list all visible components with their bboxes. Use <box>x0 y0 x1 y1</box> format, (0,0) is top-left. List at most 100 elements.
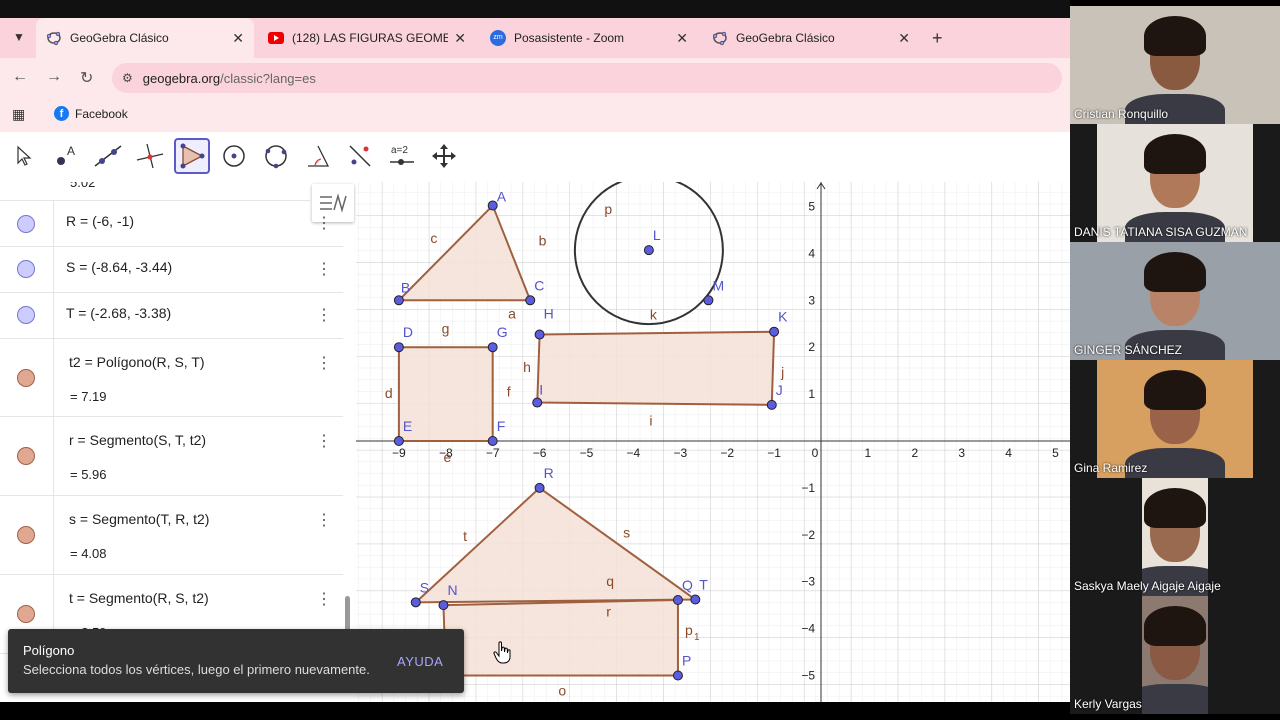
tab-geogebra-2[interactable]: GeoGebra Clásico ✕ <box>702 18 920 58</box>
participant-video-tile[interactable]: Kerly Vargas <box>1070 596 1280 714</box>
point-R[interactable] <box>534 482 545 493</box>
algebra-value: = 7.19 <box>70 389 107 404</box>
point-P[interactable] <box>672 670 683 681</box>
more-options-icon[interactable]: ⋮ <box>316 305 332 325</box>
tab-list-dropdown[interactable]: ▼ <box>8 26 30 48</box>
site-settings-icon[interactable]: ⚙ <box>122 71 133 85</box>
url-input[interactable]: ⚙ geogebra.org/classic?lang=es <box>112 63 1062 93</box>
close-icon[interactable]: ✕ <box>232 30 244 47</box>
more-options-icon[interactable]: ⋮ <box>316 589 332 609</box>
rectangle-hkji[interactable] <box>536 330 776 406</box>
algebra-row-S[interactable]: S = (-8.64, -3.44) ⋮ <box>0 246 343 293</box>
point-G[interactable] <box>487 342 498 353</box>
participant-video-tile[interactable]: Saskya Maely Aigaje Aigaje <box>1070 478 1280 596</box>
more-options-icon[interactable]: ⋮ <box>316 510 332 530</box>
point-F[interactable] <box>487 436 498 446</box>
point-L[interactable] <box>643 245 654 256</box>
new-tab-button[interactable]: + <box>932 28 943 49</box>
participant-video-tile[interactable]: DANIS TATIANA SISA GUZMAN <box>1070 124 1280 242</box>
algebra-row-R[interactable]: R = (-6, -1) ⋮ <box>0 201 343 247</box>
point-T[interactable] <box>690 594 701 605</box>
url-path: /classic?lang=es <box>220 70 316 86</box>
point-K[interactable] <box>769 326 780 337</box>
segment-label-p1: p <box>685 622 693 638</box>
y-tick-label: 1 <box>808 387 815 401</box>
tab-geogebra-1[interactable]: GeoGebra Clásico ✕ <box>36 18 254 58</box>
visibility-toggle[interactable] <box>17 306 35 324</box>
tab-label: (128) LAS FIGURAS GEOMETRICAS <box>292 31 448 45</box>
graphics-canvas[interactable]: −9 −8 −7 −6 −5 −4 −3 −2 −1 0 1 2 3 4 5 54321−1−2−3−4−5… <box>356 182 1070 702</box>
algebra-row-s[interactable]: s = Segmento(T, R, t2) = 4.08 ⋮ <box>0 495 343 575</box>
visibility-toggle[interactable] <box>17 260 35 278</box>
polygon-tool[interactable] <box>174 138 210 174</box>
more-options-icon[interactable]: ⋮ <box>316 353 332 373</box>
move-view-tool[interactable] <box>426 138 462 174</box>
segment-label-p1-subscript: 1 <box>694 632 700 643</box>
point-J[interactable] <box>766 399 777 410</box>
point-H[interactable] <box>534 329 545 340</box>
reflect-tool[interactable] <box>342 138 378 174</box>
close-icon[interactable]: ✕ <box>454 30 466 47</box>
visibility-toggle[interactable] <box>17 605 35 623</box>
point-label-Q: Q <box>682 577 693 593</box>
point-S[interactable] <box>410 597 421 608</box>
point-label-E: E <box>403 418 412 434</box>
algebra-row-T[interactable]: T = (-2.68, -3.38) ⋮ <box>0 292 343 339</box>
circle-tool[interactable] <box>216 138 252 174</box>
line-tool[interactable] <box>90 138 126 174</box>
visibility-toggle[interactable] <box>17 447 35 465</box>
point-C[interactable] <box>525 295 536 306</box>
point-Q[interactable] <box>672 594 683 605</box>
x-tick-label: −9 <box>392 446 406 460</box>
conic-tool[interactable] <box>258 138 294 174</box>
close-icon[interactable]: ✕ <box>676 30 688 47</box>
participant-video-tile[interactable]: GINGER SÁNCHEZ <box>1070 242 1280 360</box>
participant-video-tile[interactable]: Cristian Ronquillo <box>1070 6 1280 124</box>
visibility-toggle[interactable] <box>17 215 35 233</box>
more-options-icon[interactable]: ⋮ <box>316 431 332 451</box>
address-bar-area: ← → ↻ ⚙ geogebra.org/classic?lang=es <box>0 58 1070 98</box>
segment-label-f: f <box>507 383 511 399</box>
slider-tool[interactable]: a=2 <box>384 138 420 174</box>
graphics-view[interactable]: −9 −8 −7 −6 −5 −4 −3 −2 −1 0 1 2 3 4 5 5 4 3 2 1 −1 −2 −3 −4 −5… <box>356 182 1070 702</box>
visibility-toggle[interactable] <box>17 369 35 387</box>
point-N[interactable] <box>438 600 449 611</box>
tab-zoom[interactable]: zm Posasistente - Zoom ✕ <box>480 18 698 58</box>
point-E[interactable] <box>393 436 404 446</box>
participant-video-tile[interactable]: Gina Ramirez <box>1070 360 1280 478</box>
forward-button[interactable]: → <box>46 68 62 86</box>
point-B[interactable] <box>393 295 404 306</box>
angle-tool[interactable] <box>300 138 336 174</box>
algebra-row-t2[interactable]: t2 = Polígono(R, S, T) = 7.19 ⋮ <box>0 338 343 417</box>
chevron-down-icon: ▼ <box>13 30 25 44</box>
zoom-icon: zm <box>490 30 506 46</box>
segment-label-b: b <box>539 233 547 249</box>
point-label-I: I <box>539 382 543 398</box>
point-D[interactable] <box>393 342 404 353</box>
polygon-icon <box>180 143 205 169</box>
move-tool[interactable] <box>6 138 42 174</box>
youtube-icon <box>268 30 284 46</box>
x-tick-label: 1 <box>865 446 872 460</box>
point-I[interactable] <box>532 397 543 408</box>
x-tick-label: 4 <box>1005 446 1012 460</box>
close-icon[interactable]: ✕ <box>898 30 910 47</box>
algebra-row-r[interactable]: r = Segmento(S, T, t2) = 5.96 ⋮ <box>0 416 343 496</box>
perpendicular-tool[interactable] <box>132 138 168 174</box>
more-options-icon[interactable]: ⋮ <box>316 259 332 279</box>
help-button[interactable]: AYUDA <box>397 654 443 669</box>
bookmark-facebook[interactable]: f Facebook <box>54 106 128 121</box>
apps-grid-icon[interactable]: ▦ <box>12 106 25 123</box>
reload-button[interactable]: ↻ <box>80 68 93 88</box>
visibility-toggle[interactable] <box>17 526 35 544</box>
point-tool[interactable]: A <box>48 138 84 174</box>
point-M[interactable] <box>703 295 714 306</box>
more-options-icon[interactable]: ⋮ <box>316 213 332 233</box>
tab-youtube[interactable]: (128) LAS FIGURAS GEOMETRICAS ✕ <box>258 18 476 58</box>
square-dgfe[interactable] <box>397 346 494 442</box>
participant-name: Cristian Ronquillo <box>1074 107 1169 121</box>
back-button[interactable]: ← <box>12 68 28 86</box>
participant-name: Kerly Vargas <box>1074 697 1142 711</box>
geogebra-icon <box>46 30 62 46</box>
quadrilateral-nqpo[interactable] <box>442 598 679 677</box>
